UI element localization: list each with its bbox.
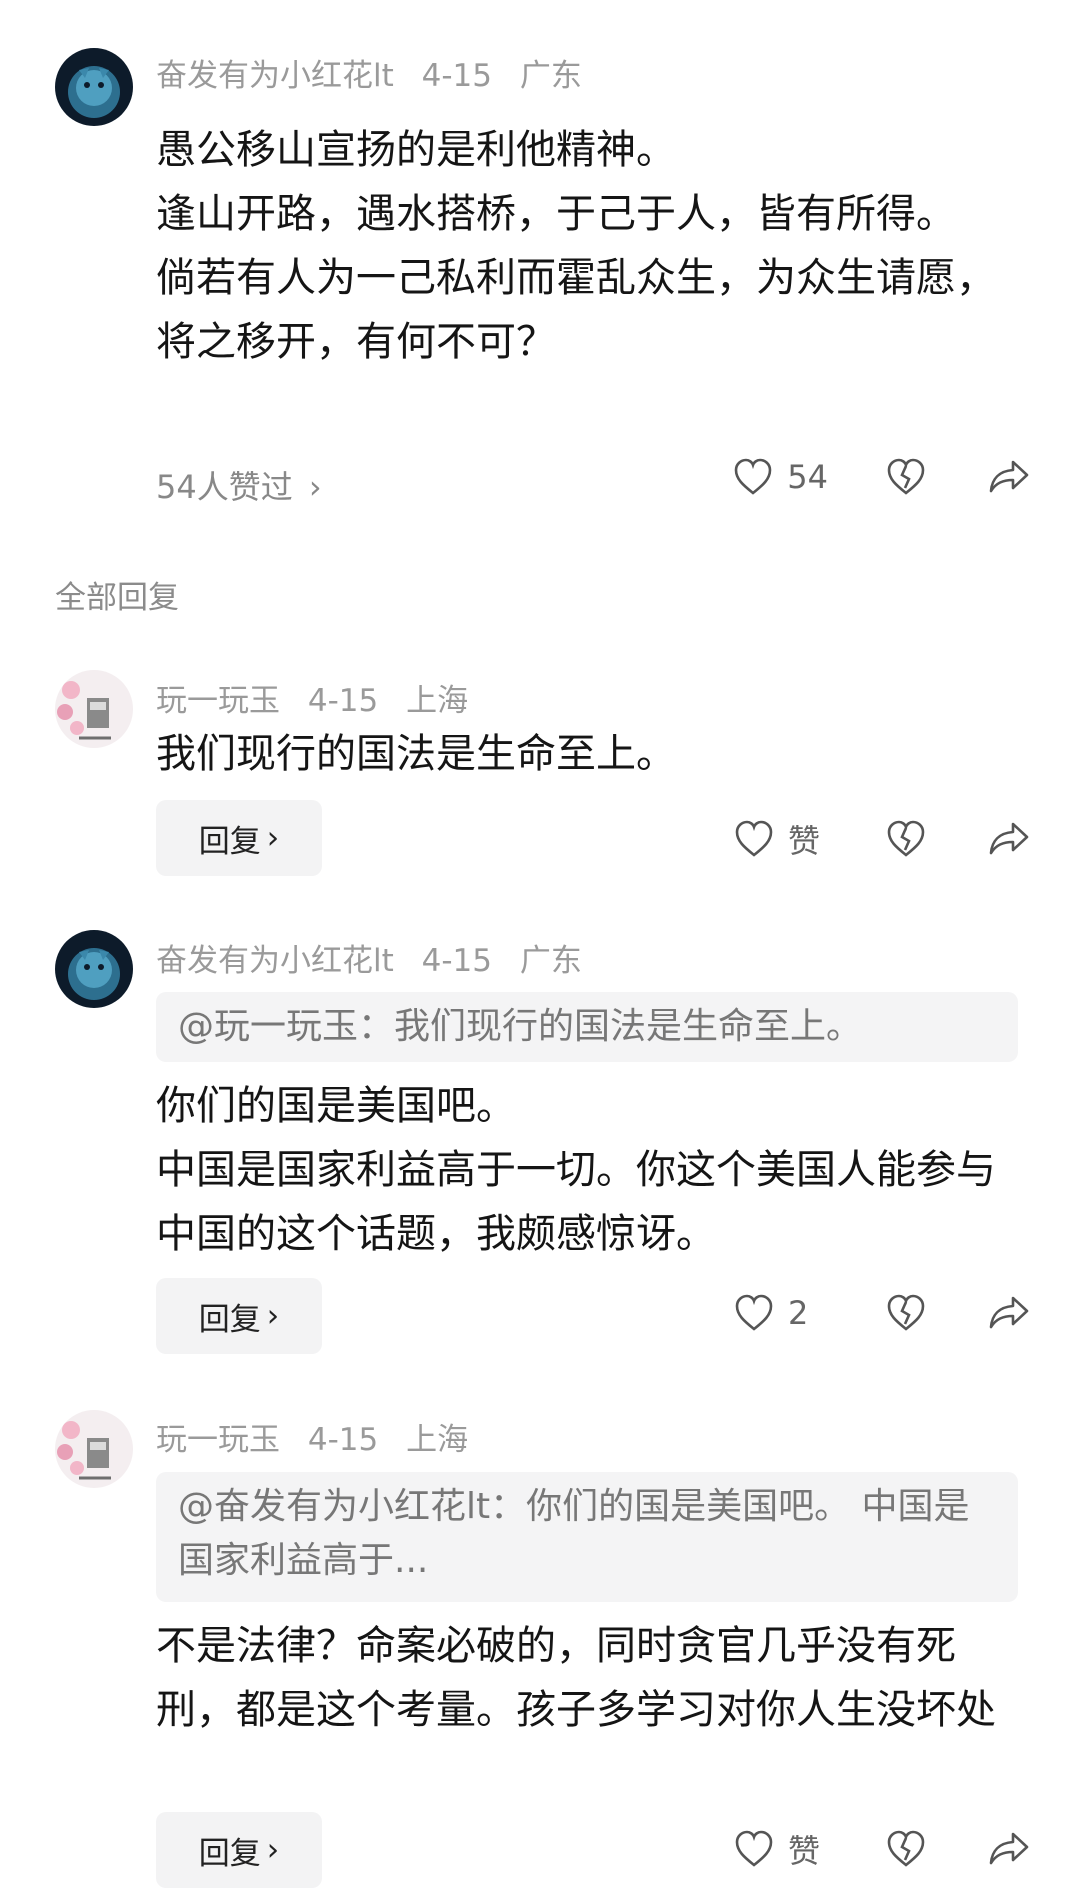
pink-blossom-avatar-icon (55, 670, 133, 748)
comment-actions: 2 (734, 1294, 1030, 1332)
dislike-button[interactable] (886, 1294, 926, 1332)
reply-label: 回复 (198, 1301, 261, 1338)
comment-meta: 奋发有为小红花lt 4-15 广东 (156, 935, 600, 980)
broken-heart-icon (887, 1294, 925, 1331)
dislike-button[interactable] (886, 458, 926, 496)
chevron-right-icon: › (266, 1832, 280, 1868)
comment-body: 愚公移山宣扬的是利他精神。 逢山开路，遇水搭桥，于己于人，皆有所得。 倘若有人为… (156, 118, 1026, 374)
like-count: 赞 (788, 822, 821, 860)
comment-line: 不是法律？命案必破的，同时贪官几乎没有死刑，都是这个考量。孩子多学习对你人生没坏… (156, 1623, 996, 1733)
like-button[interactable]: 54 (733, 458, 828, 496)
comment-actions: 赞 (734, 816, 1030, 862)
reply-button[interactable]: 回复 › (156, 800, 322, 876)
comment-meta: 奋发有为小红花lt 4-15 广东 (156, 50, 600, 95)
author-avatar[interactable] (55, 48, 133, 126)
quoted-reply[interactable]: @奋发有为小红花lt：你们的国是美国吧。 中国是国家利益高于... (156, 1472, 1018, 1602)
like-button[interactable]: 赞 (734, 816, 828, 862)
reply-button[interactable]: 回复 › (156, 1278, 322, 1354)
heart-icon (735, 1830, 773, 1867)
quoted-reply[interactable]: @玩一玩玉：我们现行的国法是生命至上。 (156, 992, 1018, 1062)
like-button[interactable]: 赞 (734, 1826, 828, 1872)
dislike-button[interactable] (886, 1830, 926, 1868)
share-arrow-icon (989, 1296, 1029, 1329)
author-avatar[interactable] (55, 1410, 133, 1488)
author-avatar[interactable] (55, 670, 133, 748)
comment-location: 上海 (406, 1422, 469, 1458)
share-button[interactable] (988, 821, 1030, 857)
comment-location: 广东 (519, 58, 582, 94)
liked-by-label: 54人赞过 (156, 468, 293, 506)
chevron-right-icon: › (266, 1298, 280, 1334)
comment-line: 你们的国是美国吧。 (156, 1083, 516, 1129)
reply-label: 回复 (198, 823, 261, 860)
share-arrow-icon (989, 1832, 1029, 1865)
comment-body: 你们的国是美国吧。 中国是国家利益高于一切。你这个美国人能参与中国的这个话题，我… (156, 1074, 1026, 1266)
chevron-right-icon: › (266, 820, 280, 856)
comment-date: 4-15 (421, 943, 492, 979)
share-arrow-icon (989, 822, 1029, 855)
share-button[interactable] (988, 1831, 1030, 1867)
comment-date: 4-15 (421, 58, 492, 94)
share-arrow-icon (989, 460, 1029, 493)
comment-meta: 玩一玩玉 4-15 上海 (156, 675, 486, 720)
comment-body: 不是法律？命案必破的，同时贪官几乎没有死刑，都是这个考量。孩子多学习对你人生没坏… (156, 1614, 1026, 1742)
reply-label: 回复 (198, 1835, 261, 1872)
liked-by-summary[interactable]: 54人赞过 › (156, 462, 322, 508)
comment-date: 4-15 (307, 683, 379, 719)
blue-dragon-avatar-icon (55, 48, 133, 126)
comment-body: 我们现行的国法是生命至上。 (156, 722, 1026, 786)
heart-icon (734, 458, 772, 495)
comment-meta: 玩一玩玉 4-15 上海 (156, 1414, 486, 1459)
comment-location: 广东 (519, 943, 582, 979)
broken-heart-icon (887, 820, 925, 857)
author-name[interactable]: 玩一玩玉 (156, 1422, 280, 1458)
comment-line: 倘若有人为一己私利而霍乱众生，为众生请愿，将之移开，有何不可？ (156, 255, 996, 365)
blue-dragon-avatar-icon (55, 930, 133, 1008)
author-avatar[interactable] (55, 930, 133, 1008)
all-replies-heading: 全部回复 (55, 580, 179, 616)
broken-heart-icon (887, 1830, 925, 1867)
comment-date: 4-15 (307, 1422, 379, 1458)
broken-heart-icon (887, 458, 925, 495)
comment-actions: 54 (733, 458, 1030, 496)
share-button[interactable] (988, 459, 1030, 495)
like-count: 赞 (788, 1832, 821, 1870)
dislike-button[interactable] (886, 820, 926, 858)
chevron-right-icon: › (308, 468, 322, 506)
author-name[interactable]: 奋发有为小红花lt (156, 943, 394, 979)
heart-icon (735, 1294, 773, 1331)
like-count: 2 (788, 1294, 809, 1332)
comment-line: 愚公移山宣扬的是利他精神。 (156, 127, 676, 173)
comment-actions: 赞 (734, 1826, 1030, 1872)
like-count: 54 (787, 458, 828, 496)
comment-location: 上海 (406, 683, 469, 719)
comment-line: 中国是国家利益高于一切。你这个美国人能参与中国的这个话题，我颇感惊讶。 (156, 1147, 996, 1257)
author-name[interactable]: 玩一玩玉 (156, 683, 280, 719)
comment-line: 逢山开路，遇水搭桥，于己于人，皆有所得。 (156, 191, 956, 237)
comment-line: 我们现行的国法是生命至上。 (156, 731, 676, 777)
author-name[interactable]: 奋发有为小红花lt (156, 58, 394, 94)
pink-blossom-avatar-icon (55, 1410, 133, 1488)
reply-button[interactable]: 回复 › (156, 1812, 322, 1888)
share-button[interactable] (988, 1295, 1030, 1331)
heart-icon (735, 820, 773, 857)
like-button[interactable]: 2 (734, 1294, 828, 1332)
